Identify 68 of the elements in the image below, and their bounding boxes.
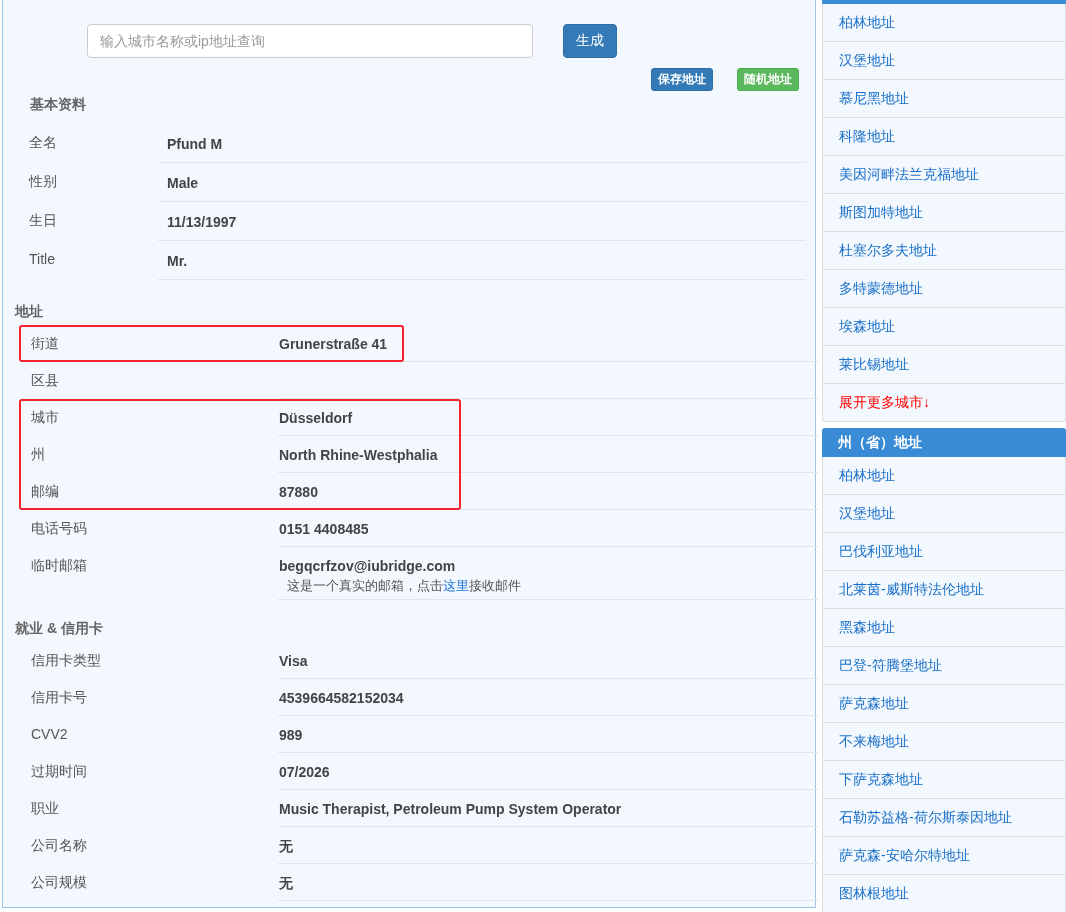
field-value: 4539664582152034 bbox=[279, 690, 404, 706]
address-link[interactable]: 美因河畔法兰克福地址 bbox=[823, 156, 1065, 194]
address-link[interactable]: 黑森地址 bbox=[823, 609, 1065, 647]
field-label: 区县 bbox=[30, 371, 60, 390]
field-value: North Rhine-Westphalia bbox=[279, 447, 438, 463]
field-value: 87880 bbox=[279, 484, 318, 500]
address-link[interactable]: 萨克森-安哈尔特地址 bbox=[823, 837, 1065, 875]
field-value: begqcrfzov@iubridge.com bbox=[279, 558, 456, 574]
field-label: 信用卡类型 bbox=[30, 651, 102, 670]
field-label: 城市 bbox=[30, 408, 60, 427]
section-title: 就业 & 信用卡 bbox=[15, 620, 103, 638]
address-link[interactable]: 巴登-符腾堡地址 bbox=[823, 647, 1065, 685]
field-label: 全名 bbox=[28, 133, 58, 152]
field-label: 临时邮箱 bbox=[30, 556, 88, 575]
field-label: 邮编 bbox=[30, 482, 60, 501]
address-link[interactable]: 杜塞尔多夫地址 bbox=[823, 232, 1065, 270]
generate-button[interactable]: 生成 bbox=[563, 24, 617, 58]
field-value: 989 bbox=[279, 727, 303, 743]
field-label: 职业 bbox=[30, 799, 60, 818]
field-label: CVV2 bbox=[30, 725, 69, 742]
address-link[interactable]: 图林根地址 bbox=[823, 875, 1065, 912]
address-link[interactable]: 斯图加特地址 bbox=[823, 194, 1065, 232]
address-link[interactable]: 北莱茵-威斯特法伦地址 bbox=[823, 571, 1065, 609]
address-link[interactable]: 下萨克森地址 bbox=[823, 761, 1065, 799]
email-note: 这是一个真实的邮箱，点击这里接收邮件 bbox=[286, 577, 521, 595]
field-value: Music Therapist, Petroleum Pump System Operator bbox=[279, 801, 622, 817]
address-link[interactable]: 多特蒙德地址 bbox=[823, 270, 1065, 308]
field-label: 性别 bbox=[27, 172, 58, 191]
address-link[interactable]: 萨克森地址 bbox=[823, 685, 1065, 723]
field-label: 公司规模 bbox=[30, 873, 88, 892]
search-field[interactable]: 输入城市名称或ip地址查询 bbox=[87, 24, 533, 58]
address-link[interactable]: 巴伐利亚地址 bbox=[823, 533, 1065, 571]
field-value: 11/13/1997 bbox=[167, 214, 237, 230]
field-label: 州 bbox=[30, 445, 46, 464]
address-link[interactable]: 柏林地址 bbox=[823, 4, 1065, 42]
field-label: 生日 bbox=[28, 211, 58, 230]
address-link[interactable]: 慕尼黑地址 bbox=[823, 80, 1065, 118]
save-address-button[interactable]: 保存地址 bbox=[651, 68, 713, 91]
field-value: 无 bbox=[279, 838, 293, 856]
random-address-button[interactable]: 随机地址 bbox=[737, 68, 799, 91]
field-value: Visa bbox=[279, 653, 308, 669]
field-value: Mr. bbox=[167, 253, 188, 269]
field-value: Pfund M bbox=[167, 136, 223, 152]
field-value: Male bbox=[167, 175, 199, 191]
field-label: 街道 bbox=[30, 334, 60, 353]
field-label: 公司名称 bbox=[30, 836, 88, 855]
field-label: Title bbox=[28, 250, 56, 267]
receive-mail-link[interactable]: 这里 bbox=[443, 578, 469, 593]
field-value: Düsseldorf bbox=[279, 410, 353, 426]
address-link[interactable]: 柏林地址 bbox=[823, 457, 1065, 495]
address-link[interactable]: 埃森地址 bbox=[823, 308, 1065, 346]
address-link[interactable]: 科隆地址 bbox=[823, 118, 1065, 156]
field-label: 电话号码 bbox=[30, 519, 88, 538]
address-link[interactable]: 汉堡地址 bbox=[823, 42, 1065, 80]
field-label: 信用卡号 bbox=[30, 688, 88, 707]
address-link[interactable]: 不来梅地址 bbox=[823, 723, 1065, 761]
address-link[interactable]: 石勒苏益格-荷尔斯泰因地址 bbox=[823, 799, 1065, 837]
section-title: 地址 bbox=[15, 303, 43, 321]
panel-title: 州（省）地址 bbox=[822, 428, 1066, 457]
address-link[interactable]: 莱比锡地址 bbox=[823, 346, 1065, 384]
field-value: 07/2026 bbox=[279, 764, 330, 780]
expand-more-link[interactable]: 展开更多城市↓ bbox=[823, 384, 1065, 421]
field-value: 无 bbox=[279, 875, 293, 893]
section-title: 基本资料 bbox=[30, 96, 86, 114]
address-link[interactable]: 汉堡地址 bbox=[823, 495, 1065, 533]
field-value: Grunerstraße 41 bbox=[279, 336, 388, 352]
field-value: 0151 4408485 bbox=[279, 521, 369, 537]
field-label: 过期时间 bbox=[30, 762, 88, 781]
